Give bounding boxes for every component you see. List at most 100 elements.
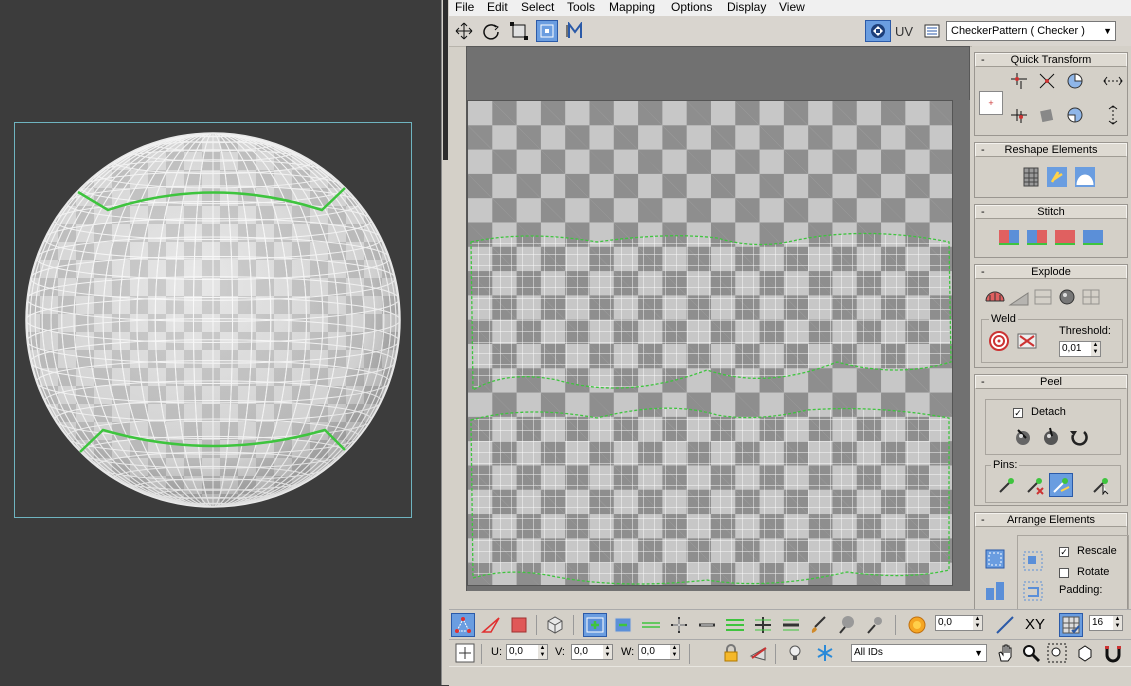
pan-hand-icon[interactable] <box>993 641 1017 665</box>
menu-mapping[interactable]: Mapping <box>609 0 655 16</box>
threshold-spinner[interactable]: 0,01 ▲ ▼ <box>1059 341 1101 357</box>
quick-peel-icon[interactable] <box>1011 425 1035 449</box>
arrange-elements-header[interactable]: - Arrange Elements <box>975 513 1127 527</box>
circle-icon[interactable] <box>1073 165 1097 189</box>
freeze-icon[interactable] <box>813 641 837 665</box>
paint-select-icon[interactable] <box>807 613 831 637</box>
perspective-viewport[interactable] <box>0 0 441 685</box>
space-vertical-icon[interactable] <box>1101 103 1125 127</box>
limit-edges-icon[interactable] <box>993 613 1017 637</box>
select-pins-icon[interactable] <box>1089 473 1113 497</box>
menu-options[interactable]: Options <box>671 0 712 16</box>
flatten-by-angle-icon <box>1007 285 1031 309</box>
scale-icon[interactable] <box>508 20 530 42</box>
space-horizontal-icon[interactable] <box>1101 69 1125 93</box>
menu-display[interactable]: Display <box>727 0 766 16</box>
zoom-region-icon[interactable] <box>1045 641 1069 665</box>
stitch-to-target-icon[interactable] <box>997 225 1021 249</box>
align-horizontal-icon[interactable] <box>1007 69 1031 93</box>
unpin-icon[interactable] <box>1023 473 1047 497</box>
polygon-mode-icon[interactable] <box>507 613 531 637</box>
soft-selection-value[interactable]: 0,0 ▲ ▼ <box>935 615 983 631</box>
align-diagonal-icon[interactable] <box>1035 69 1059 93</box>
grow-selection-icon[interactable] <box>583 613 607 637</box>
grow-ring-icon[interactable] <box>751 613 775 637</box>
hide-icon[interactable] <box>747 641 771 665</box>
peel-header[interactable]: - Peel <box>975 375 1127 389</box>
zoom-icon[interactable] <box>1019 641 1043 665</box>
material-id-dropdown[interactable]: All IDs ▼ <box>851 644 987 662</box>
straighten-selection-icon[interactable] <box>1017 165 1041 189</box>
zoom-extents-icon[interactable] <box>1073 641 1097 665</box>
sphere-wireframe[interactable] <box>0 0 441 685</box>
rotate-ccw-icon[interactable] <box>1063 103 1087 127</box>
paint-shrink-icon[interactable] <box>863 613 887 637</box>
pin-icon[interactable] <box>995 473 1019 497</box>
pack-custom-icon[interactable] <box>983 547 1007 571</box>
shrink-selection-icon[interactable] <box>611 613 635 637</box>
shrink-ring-icon[interactable] <box>779 613 803 637</box>
grid-size-value[interactable]: 16 ▲ ▼ <box>1089 615 1123 631</box>
stitch-custom-icon[interactable] <box>1081 225 1105 249</box>
menu-view[interactable]: View <box>779 0 805 16</box>
grid-snap-icon[interactable] <box>1059 613 1083 637</box>
u-field[interactable]: 0,0 ▲ ▼ <box>506 644 548 660</box>
rotate-checkbox[interactable] <box>1059 568 1069 578</box>
checker-map-icon[interactable] <box>865 20 891 42</box>
loop-select-icon[interactable] <box>639 613 663 637</box>
menu-tools[interactable]: Tools <box>567 0 595 16</box>
menu-select[interactable]: Select <box>521 0 554 16</box>
snap-icon[interactable] <box>1101 641 1125 665</box>
rescale-checkbox[interactable]: ✓ <box>1059 547 1069 557</box>
stitch-to-average-icon[interactable] <box>1053 225 1077 249</box>
element-mode-icon[interactable] <box>543 613 567 637</box>
pack-normalize-icon[interactable] <box>983 579 1007 603</box>
edge-mode-icon[interactable] <box>479 613 503 637</box>
grow-loop-icon[interactable] <box>667 613 691 637</box>
paint-grow-icon[interactable] <box>835 613 859 637</box>
texture-map-dropdown[interactable]: CheckerPattern ( Checker ) ▼ <box>946 21 1116 41</box>
break-icon[interactable] <box>983 285 1007 309</box>
xy-axis-label[interactable]: XY <box>1025 616 1045 633</box>
mirror-icon[interactable] <box>565 20 587 42</box>
v-field[interactable]: 0,0 ▲ ▼ <box>571 644 613 660</box>
detach-checkbox[interactable]: ✓ <box>1013 408 1023 418</box>
padding-label: Padding: <box>1059 584 1103 596</box>
menu-edit[interactable]: Edit <box>487 0 508 16</box>
weld-selected-icon[interactable] <box>1015 329 1039 353</box>
straighten-icon[interactable] <box>1035 103 1059 127</box>
stitch-to-source-icon[interactable] <box>1025 225 1049 249</box>
peel-mode-icon[interactable] <box>1039 425 1063 449</box>
pack-together-icon[interactable] <box>1021 549 1045 573</box>
relax-icon[interactable] <box>1045 165 1069 189</box>
soft-selection-icon[interactable] <box>905 613 929 637</box>
freeform-icon[interactable] <box>536 20 558 42</box>
move-icon[interactable] <box>453 20 475 42</box>
uv-islands[interactable] <box>467 100 953 586</box>
rotate-cw-icon[interactable] <box>1063 69 1087 93</box>
reset-peel-icon[interactable] <box>1067 425 1091 449</box>
pins-label: Pins: <box>991 459 1020 471</box>
weld-target-icon[interactable] <box>987 329 1011 353</box>
stitch-header[interactable]: - Stitch <box>975 205 1127 219</box>
pack-in-place-icon[interactable] <box>1021 579 1045 603</box>
lock-icon[interactable] <box>719 641 743 665</box>
menu-file[interactable]: File <box>455 0 474 16</box>
uv-label: UV <box>895 24 914 39</box>
w-field[interactable]: 0,0 ▲ ▼ <box>638 644 680 660</box>
list-icon[interactable] <box>921 20 943 42</box>
align-vertical-icon[interactable] <box>1007 103 1031 127</box>
vertex-mode-icon[interactable] <box>451 613 475 637</box>
absolute-offset-icon[interactable] <box>453 641 477 665</box>
explode-header[interactable]: - Explode <box>975 265 1127 279</box>
ring-select-icon[interactable] <box>723 613 747 637</box>
rotate-icon[interactable] <box>480 20 502 42</box>
flatten-by-material-icon[interactable] <box>1055 285 1079 309</box>
light-bulb-icon[interactable] <box>783 641 807 665</box>
reshape-elements-header[interactable]: - Reshape Elements <box>975 143 1127 157</box>
shrink-loop-icon[interactable] <box>695 613 719 637</box>
auto-pin-icon[interactable] <box>1049 473 1073 497</box>
chevron-down-icon: ▼ <box>974 648 983 658</box>
quick-transform-header[interactable]: - Quick Transform <box>975 53 1127 67</box>
pivot-icon[interactable]: + <box>979 91 1003 115</box>
